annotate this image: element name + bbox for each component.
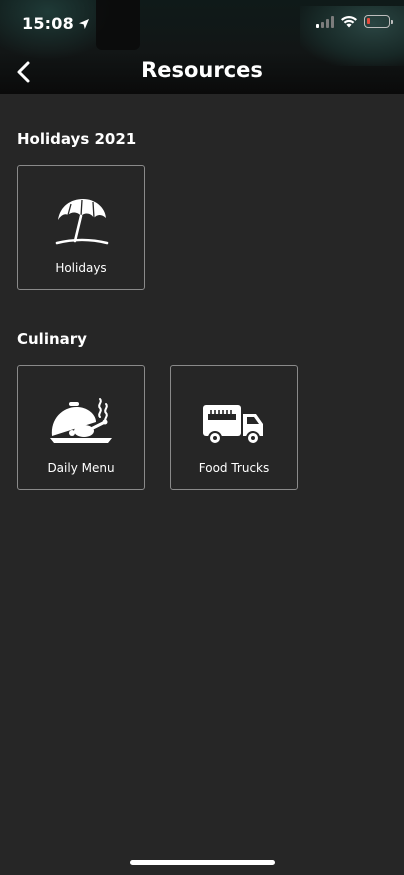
resources-screen: 15:08 Resources Holidays 2021 Holidays C… (0, 0, 404, 875)
status-time-text: 15:08 (22, 14, 74, 33)
beach-umbrella-icon (55, 199, 109, 245)
tile-daily-menu[interactable]: Daily Menu (17, 365, 145, 490)
status-indicators (316, 15, 393, 28)
section-title-holidays-2021: Holidays 2021 (17, 130, 137, 148)
tile-label: Daily Menu (47, 461, 115, 475)
battery-icon (364, 15, 393, 28)
status-bar: 15:08 (0, 0, 404, 50)
navigation-bar: Resources (0, 50, 404, 94)
wifi-icon (341, 16, 357, 28)
home-indicator[interactable] (130, 860, 275, 865)
tile-label: Food Trucks (198, 461, 270, 475)
header: 15:08 Resources (0, 0, 404, 94)
food-truck-icon (203, 405, 263, 445)
page-title: Resources (141, 58, 263, 82)
status-time: 15:08 (22, 14, 90, 33)
section-title-culinary: Culinary (17, 330, 87, 348)
food-platter-icon (50, 398, 112, 443)
cellular-signal-icon (316, 15, 334, 28)
tile-holidays[interactable]: Holidays (17, 165, 145, 290)
location-arrow-icon (78, 18, 89, 29)
battery-level (367, 18, 370, 24)
tile-label: Holidays (55, 261, 107, 275)
tile-food-trucks[interactable]: Food Trucks (170, 365, 298, 490)
